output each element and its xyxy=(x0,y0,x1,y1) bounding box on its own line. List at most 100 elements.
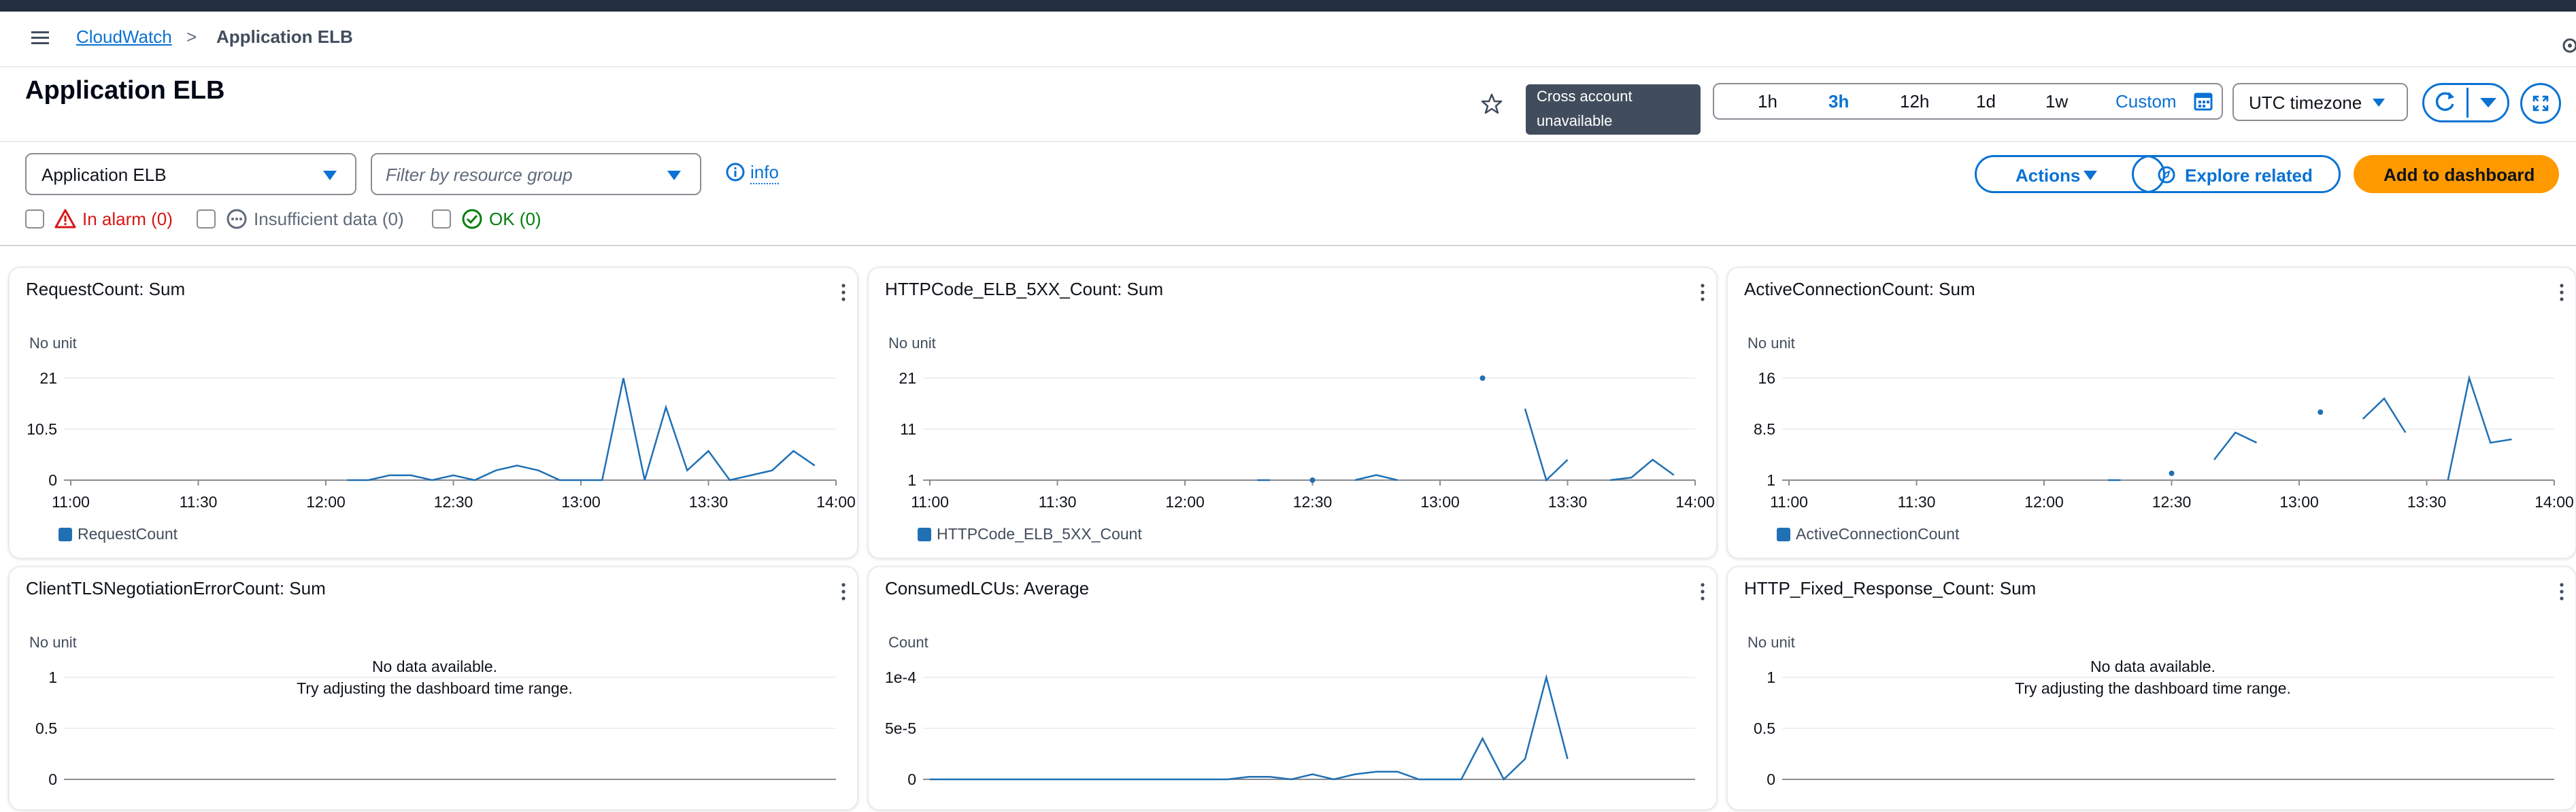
ok-checkbox[interactable] xyxy=(432,209,451,229)
legend-swatch xyxy=(58,528,72,541)
x-tick-label: 12:00 xyxy=(1165,493,1205,511)
metric-widget: HTTP_Fixed_Response_Count: Sum No unit 0 0.… xyxy=(1726,566,2576,811)
legend-label[interactable]: HTTPCode_ELB_5XX_Count xyxy=(937,525,1142,543)
menu-icon[interactable] xyxy=(30,28,50,48)
y-tick-label: 0 xyxy=(48,771,57,788)
actions-label: Actions xyxy=(2015,165,2081,186)
no-data-message: No data available. Try adjusting the dash… xyxy=(10,656,860,699)
caret-down-icon xyxy=(2084,171,2097,180)
time-range-12h[interactable]: 12h xyxy=(1900,91,1929,112)
metric-widget: RequestCount: Sum No unit 0 10.5 21 11:00 11:3… xyxy=(8,267,858,559)
header-divider xyxy=(0,141,2576,142)
ok-label: OK (0) xyxy=(489,209,541,229)
x-tick-label: 13:00 xyxy=(1420,493,1460,511)
y-tick-label: 0 xyxy=(48,471,57,489)
y-tick-label: 1e-4 xyxy=(885,669,916,686)
y-tick-label: 16 xyxy=(1758,369,1775,387)
refresh-button-group xyxy=(2422,83,2509,122)
y-tick-label: 0 xyxy=(1767,771,1775,788)
x-tick-label: 13:30 xyxy=(1548,493,1588,511)
timezone-label: UTC timezone xyxy=(2249,92,2362,113)
x-tick-label: 13:00 xyxy=(561,493,601,511)
series-line xyxy=(1354,474,1398,481)
x-tick-label: 14:00 xyxy=(1675,493,1715,511)
refresh-icon[interactable] xyxy=(2424,85,2466,120)
x-tick-label: 12:30 xyxy=(434,493,473,511)
timezone-select[interactable]: UTC timezone xyxy=(2232,83,2408,121)
data-point xyxy=(1479,375,1486,381)
breadcrumb-current: Application ELB xyxy=(216,27,353,47)
service-select[interactable]: Application ELB xyxy=(25,153,356,195)
cross-account-tooltip: Cross account unavailable xyxy=(1526,84,1701,135)
series-line xyxy=(1609,458,1675,481)
widget-chart: 1 8.5 16 11:00 11:30 12:00 12:30 13:00 13:30 14:0… xyxy=(1754,369,2574,511)
x-tick-label: 11:30 xyxy=(180,493,218,511)
widget-chart: 0 5e-5 1e-4 xyxy=(885,669,1695,788)
legend-label[interactable]: ActiveConnectionCount xyxy=(1796,525,1959,543)
legend-swatch xyxy=(918,528,931,541)
service-select-value: Application ELB xyxy=(41,165,167,185)
refresh-interval-caret-icon[interactable] xyxy=(2469,85,2507,120)
fullscreen-icon[interactable] xyxy=(2520,83,2561,124)
x-tick-label: 13:00 xyxy=(2279,493,2319,511)
check-circle-icon xyxy=(462,209,482,229)
time-range-custom[interactable]: Custom xyxy=(2115,91,2177,112)
resource-group-filter[interactable]: Filter by resource group xyxy=(371,153,701,195)
y-tick-label: 0.5 xyxy=(1754,720,1775,737)
explore-icon xyxy=(2158,166,2175,184)
no-data-line: No data available. xyxy=(2090,658,2216,675)
y-tick-label: 11 xyxy=(900,420,916,438)
add-to-dashboard-label: Add to dashboard xyxy=(2383,165,2535,185)
star-icon[interactable] xyxy=(1480,92,1503,116)
x-tick-label: 14:00 xyxy=(2535,493,2574,511)
chevron-right-icon: > xyxy=(186,27,197,47)
y-tick-label: 1 xyxy=(1767,471,1775,489)
breadcrumb-bar: CloudWatch > Application ELB xyxy=(0,12,2576,67)
y-tick-label: 8.5 xyxy=(1754,420,1775,438)
insufficient-data-checkbox[interactable] xyxy=(197,209,216,229)
metric-widget: ClientTLSNegotiationErrorCount: Sum No un… xyxy=(8,566,858,811)
time-range-3h[interactable]: 3h xyxy=(1828,91,1849,112)
settings-icon[interactable] xyxy=(2562,37,2576,54)
time-range-selector: 1h 3h 12h 1d 1w Custom xyxy=(1713,83,2223,120)
x-tick-label: 11:30 xyxy=(1898,493,1936,511)
caret-down-icon xyxy=(323,171,337,180)
x-tick-label: 13:30 xyxy=(689,493,729,511)
time-range-1d[interactable]: 1d xyxy=(1976,91,1996,112)
data-point xyxy=(2318,409,2324,415)
y-tick-label: 10.5 xyxy=(27,420,57,438)
caret-down-icon xyxy=(2373,99,2385,107)
widget-chart: 0 10.5 21 11:00 11:30 12:00 12:30 13:00 13:30 14:… xyxy=(27,369,856,511)
series-line xyxy=(2362,397,2407,433)
legend-swatch xyxy=(1777,528,1790,541)
x-tick-label: 14:00 xyxy=(816,493,856,511)
legend-label[interactable]: RequestCount xyxy=(78,525,178,543)
time-range-1w[interactable]: 1w xyxy=(2045,91,2068,112)
no-data-line: Try adjusting the dashboard time range. xyxy=(297,679,573,697)
calendar-icon[interactable] xyxy=(2193,91,2213,112)
explore-related-button[interactable]: Explore related xyxy=(2132,155,2341,193)
y-tick-label: 0.5 xyxy=(35,720,57,737)
data-point xyxy=(1309,477,1316,483)
resource-group-placeholder: Filter by resource group xyxy=(386,165,573,185)
content-divider xyxy=(0,245,2576,246)
no-data-line: Try adjusting the dashboard time range. xyxy=(2015,679,2291,697)
y-tick-label: 21 xyxy=(39,369,57,387)
add-to-dashboard-button[interactable]: Add to dashboard xyxy=(2354,155,2559,193)
info-label: info xyxy=(750,162,779,184)
y-tick-label: 0 xyxy=(907,771,916,788)
y-tick-label: 21 xyxy=(899,369,916,387)
metric-widget: HTTPCode_ELB_5XX_Count: Sum No unit 1 11 21 1… xyxy=(867,267,1718,559)
x-tick-label: 12:30 xyxy=(1293,493,1333,511)
explore-related-label: Explore related xyxy=(2185,165,2313,186)
refresh-divider xyxy=(2466,88,2469,118)
x-tick-label: 13:30 xyxy=(2407,493,2447,511)
data-point xyxy=(2169,471,2175,476)
time-range-1h[interactable]: 1h xyxy=(1758,91,1777,112)
y-tick-label: 1 xyxy=(907,471,916,489)
in-alarm-checkbox[interactable] xyxy=(25,209,44,229)
breadcrumb-cloudwatch-link[interactable]: CloudWatch xyxy=(76,27,172,48)
no-data-message: No data available. Try adjusting the dash… xyxy=(1728,656,2576,699)
x-tick-label: 11:30 xyxy=(1039,493,1077,511)
dots-circle-icon xyxy=(227,209,247,229)
